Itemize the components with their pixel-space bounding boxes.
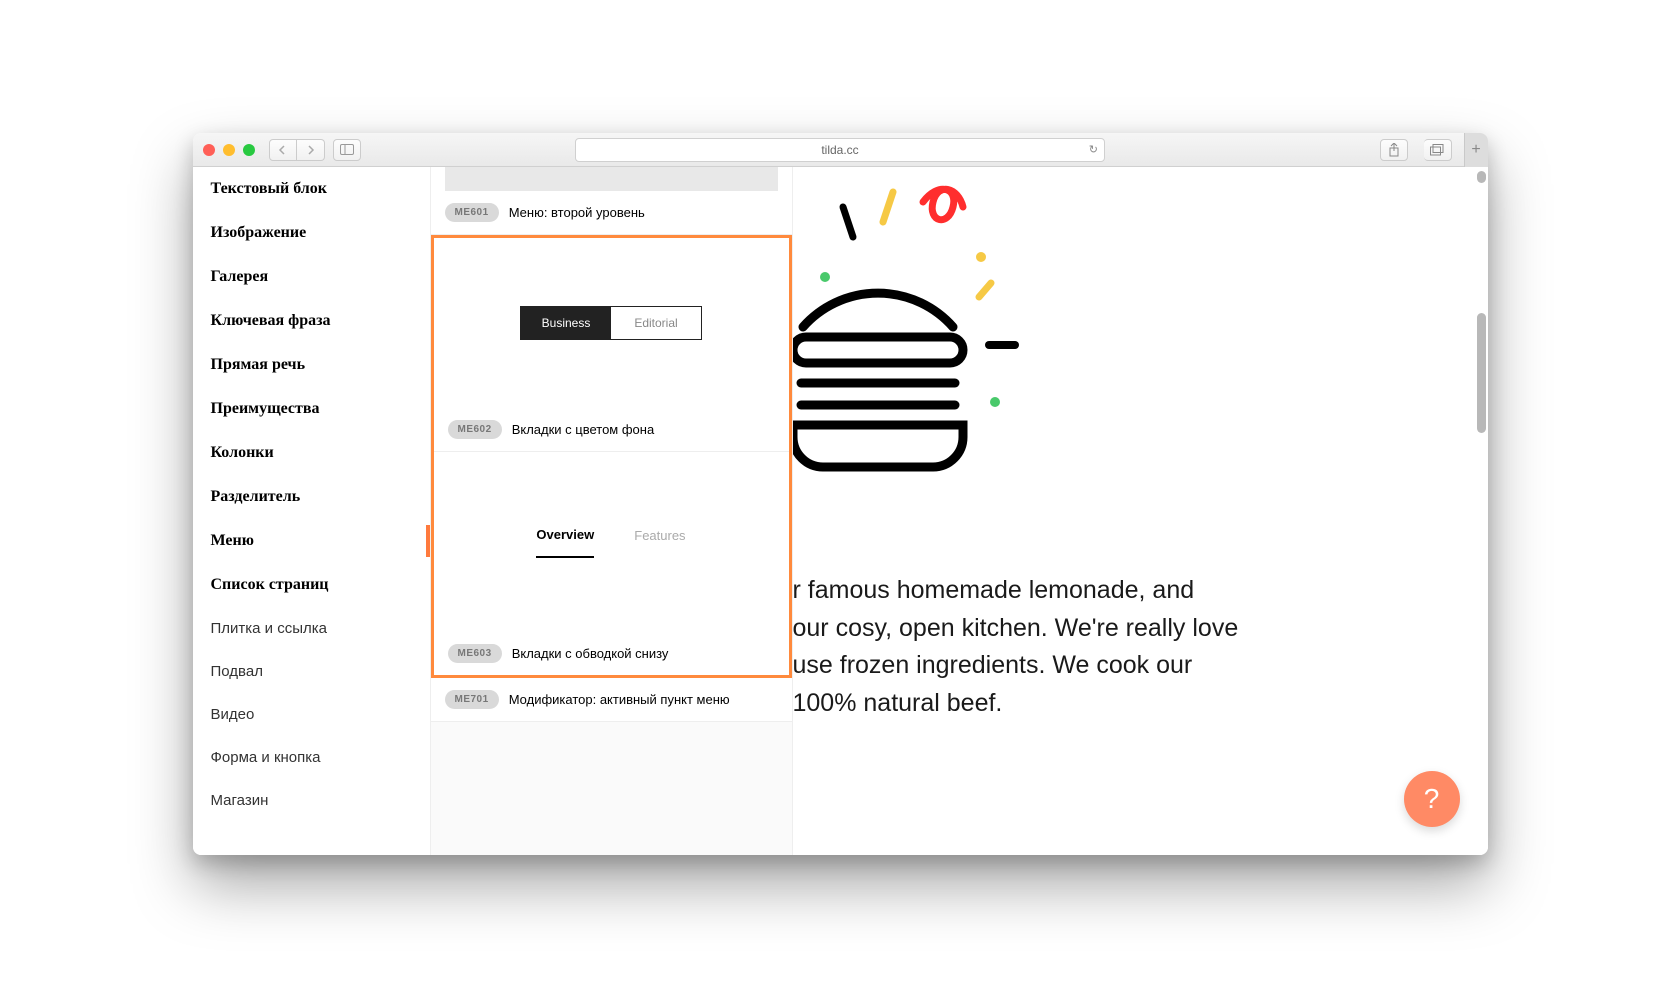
sidebar-item-video[interactable]: Видео — [193, 693, 430, 736]
address-bar[interactable]: tilda.cc ↻ — [575, 138, 1105, 162]
block-preview: Business Editorial — [434, 238, 789, 408]
preview-tab: Editorial — [611, 307, 701, 339]
sidebar-item-columns[interactable]: Колонки — [193, 431, 430, 475]
scrollbar-thumb[interactable] — [1477, 313, 1486, 433]
sidebar-item-label: Галерея — [211, 268, 269, 285]
sidebar-item-form-button[interactable]: Форма и кнопка — [193, 736, 430, 779]
new-tab-button[interactable]: + — [1464, 133, 1488, 167]
block-preview: Overview Features — [434, 452, 789, 632]
text-line: use frozen ingredients. We cook our — [793, 651, 1193, 679]
traffic-lights — [203, 144, 255, 156]
nav-back-forward — [269, 139, 325, 161]
sidebar-item-label: Магазин — [211, 792, 269, 809]
preview-tab-active: Overview — [536, 527, 594, 558]
tabs-button[interactable] — [1424, 139, 1452, 161]
sidebar-item-footer[interactable]: Подвал — [193, 650, 430, 693]
sidebar-item-label: Преимущества — [211, 400, 320, 417]
close-window-button[interactable] — [203, 144, 215, 156]
sidebar-item-tile-link[interactable]: Плитка и ссылка — [193, 607, 430, 650]
sidebar-item-label: Меню — [211, 532, 254, 549]
block-title: Вкладки с обводкой снизу — [512, 646, 669, 661]
sidebar-item-label: Форма и кнопка — [211, 749, 321, 766]
preview-tabs: Business Editorial — [520, 306, 702, 340]
block-title: Вкладки с цветом фона — [512, 422, 655, 437]
back-button[interactable] — [269, 139, 297, 161]
sidebar-item-gallery[interactable]: Галерея — [193, 255, 430, 299]
block-code-chip: ME602 — [448, 420, 502, 439]
block-code-chip: ME601 — [445, 203, 499, 222]
sidebar-item-label: Текстовый блок — [211, 180, 327, 197]
maximize-window-button[interactable] — [243, 144, 255, 156]
sidebar-item-key-phrase[interactable]: Ключевая фраза — [193, 299, 430, 343]
sidebar-item-label: Колонки — [211, 444, 274, 461]
preview-tab-active: Business — [521, 307, 611, 339]
help-icon: ? — [1424, 783, 1440, 815]
category-sidebar: Текстовый блок Изображение Галерея Ключе… — [193, 167, 431, 855]
block-me601[interactable]: ME601 Меню: второй уровень — [431, 167, 792, 235]
text-line: 100% natural beef. — [793, 689, 1003, 717]
reload-icon[interactable]: ↻ — [1089, 143, 1098, 156]
sidebar-item-menu[interactable]: Меню — [193, 519, 430, 563]
sidebar-item-text-block[interactable]: Текстовый блок — [193, 167, 430, 211]
sidebar-item-store[interactable]: Магазин — [193, 779, 430, 822]
block-code-chip: ME701 — [445, 690, 499, 709]
block-title: Меню: второй уровень — [509, 205, 645, 220]
highlighted-blocks: Business Editorial ME602 Вкладки с цвето… — [431, 235, 792, 678]
sidebar-item-divider[interactable]: Разделитель — [193, 475, 430, 519]
sidebar-item-quote[interactable]: Прямая речь — [193, 343, 430, 387]
burger-illustration — [793, 167, 1053, 527]
text-line: r famous homemade lemonade, and — [793, 576, 1195, 604]
url-text: tilda.cc — [821, 143, 858, 157]
preview-tab: Features — [634, 528, 685, 557]
titlebar: tilda.cc ↻ + — [193, 133, 1488, 167]
sidebar-item-label: Список страниц — [211, 576, 329, 593]
content-area: Текстовый блок Изображение Галерея Ключе… — [193, 167, 1488, 855]
block-me602[interactable]: Business Editorial ME602 Вкладки с цвето… — [434, 238, 789, 452]
block-me701[interactable]: ME701 Модификатор: активный пункт меню — [431, 678, 792, 722]
block-preview-placeholder — [445, 167, 778, 191]
block-me603[interactable]: Overview Features ME603 Вкладки с обводк… — [434, 452, 789, 675]
share-button[interactable] — [1380, 139, 1408, 161]
sidebar-item-label: Видео — [211, 706, 255, 723]
text-line: our cosy, open kitchen. We're really lov… — [793, 614, 1239, 642]
sidebar-item-label: Плитка и ссылка — [211, 620, 328, 637]
minimize-window-button[interactable] — [223, 144, 235, 156]
sidebar-item-image[interactable]: Изображение — [193, 211, 430, 255]
sidebar-item-label: Прямая речь — [211, 356, 306, 373]
page-preview: r famous homemade lemonade, and our cosy… — [793, 167, 1488, 855]
sidebar-item-benefits[interactable]: Преимущества — [193, 387, 430, 431]
browser-window: tilda.cc ↻ + Текстовый блок Изображение … — [193, 133, 1488, 855]
preview-body-text: r famous homemade lemonade, and our cosy… — [793, 572, 1448, 722]
sidebar-item-label: Подвал — [211, 663, 263, 680]
scrollbar-thumb[interactable] — [1477, 171, 1486, 183]
sidebar-item-label: Ключевая фраза — [211, 312, 331, 329]
forward-button[interactable] — [297, 139, 325, 161]
sidebar-item-label: Разделитель — [211, 488, 301, 505]
sidebar-item-label: Изображение — [211, 224, 307, 241]
help-button[interactable]: ? — [1404, 771, 1460, 827]
block-list[interactable]: ME601 Меню: второй уровень Business Edit… — [431, 167, 793, 855]
block-code-chip: ME603 — [448, 644, 502, 663]
block-title: Модификатор: активный пункт меню — [509, 692, 730, 707]
sidebar-toggle-button[interactable] — [333, 139, 361, 161]
sidebar-item-page-list[interactable]: Список страниц — [193, 563, 430, 607]
